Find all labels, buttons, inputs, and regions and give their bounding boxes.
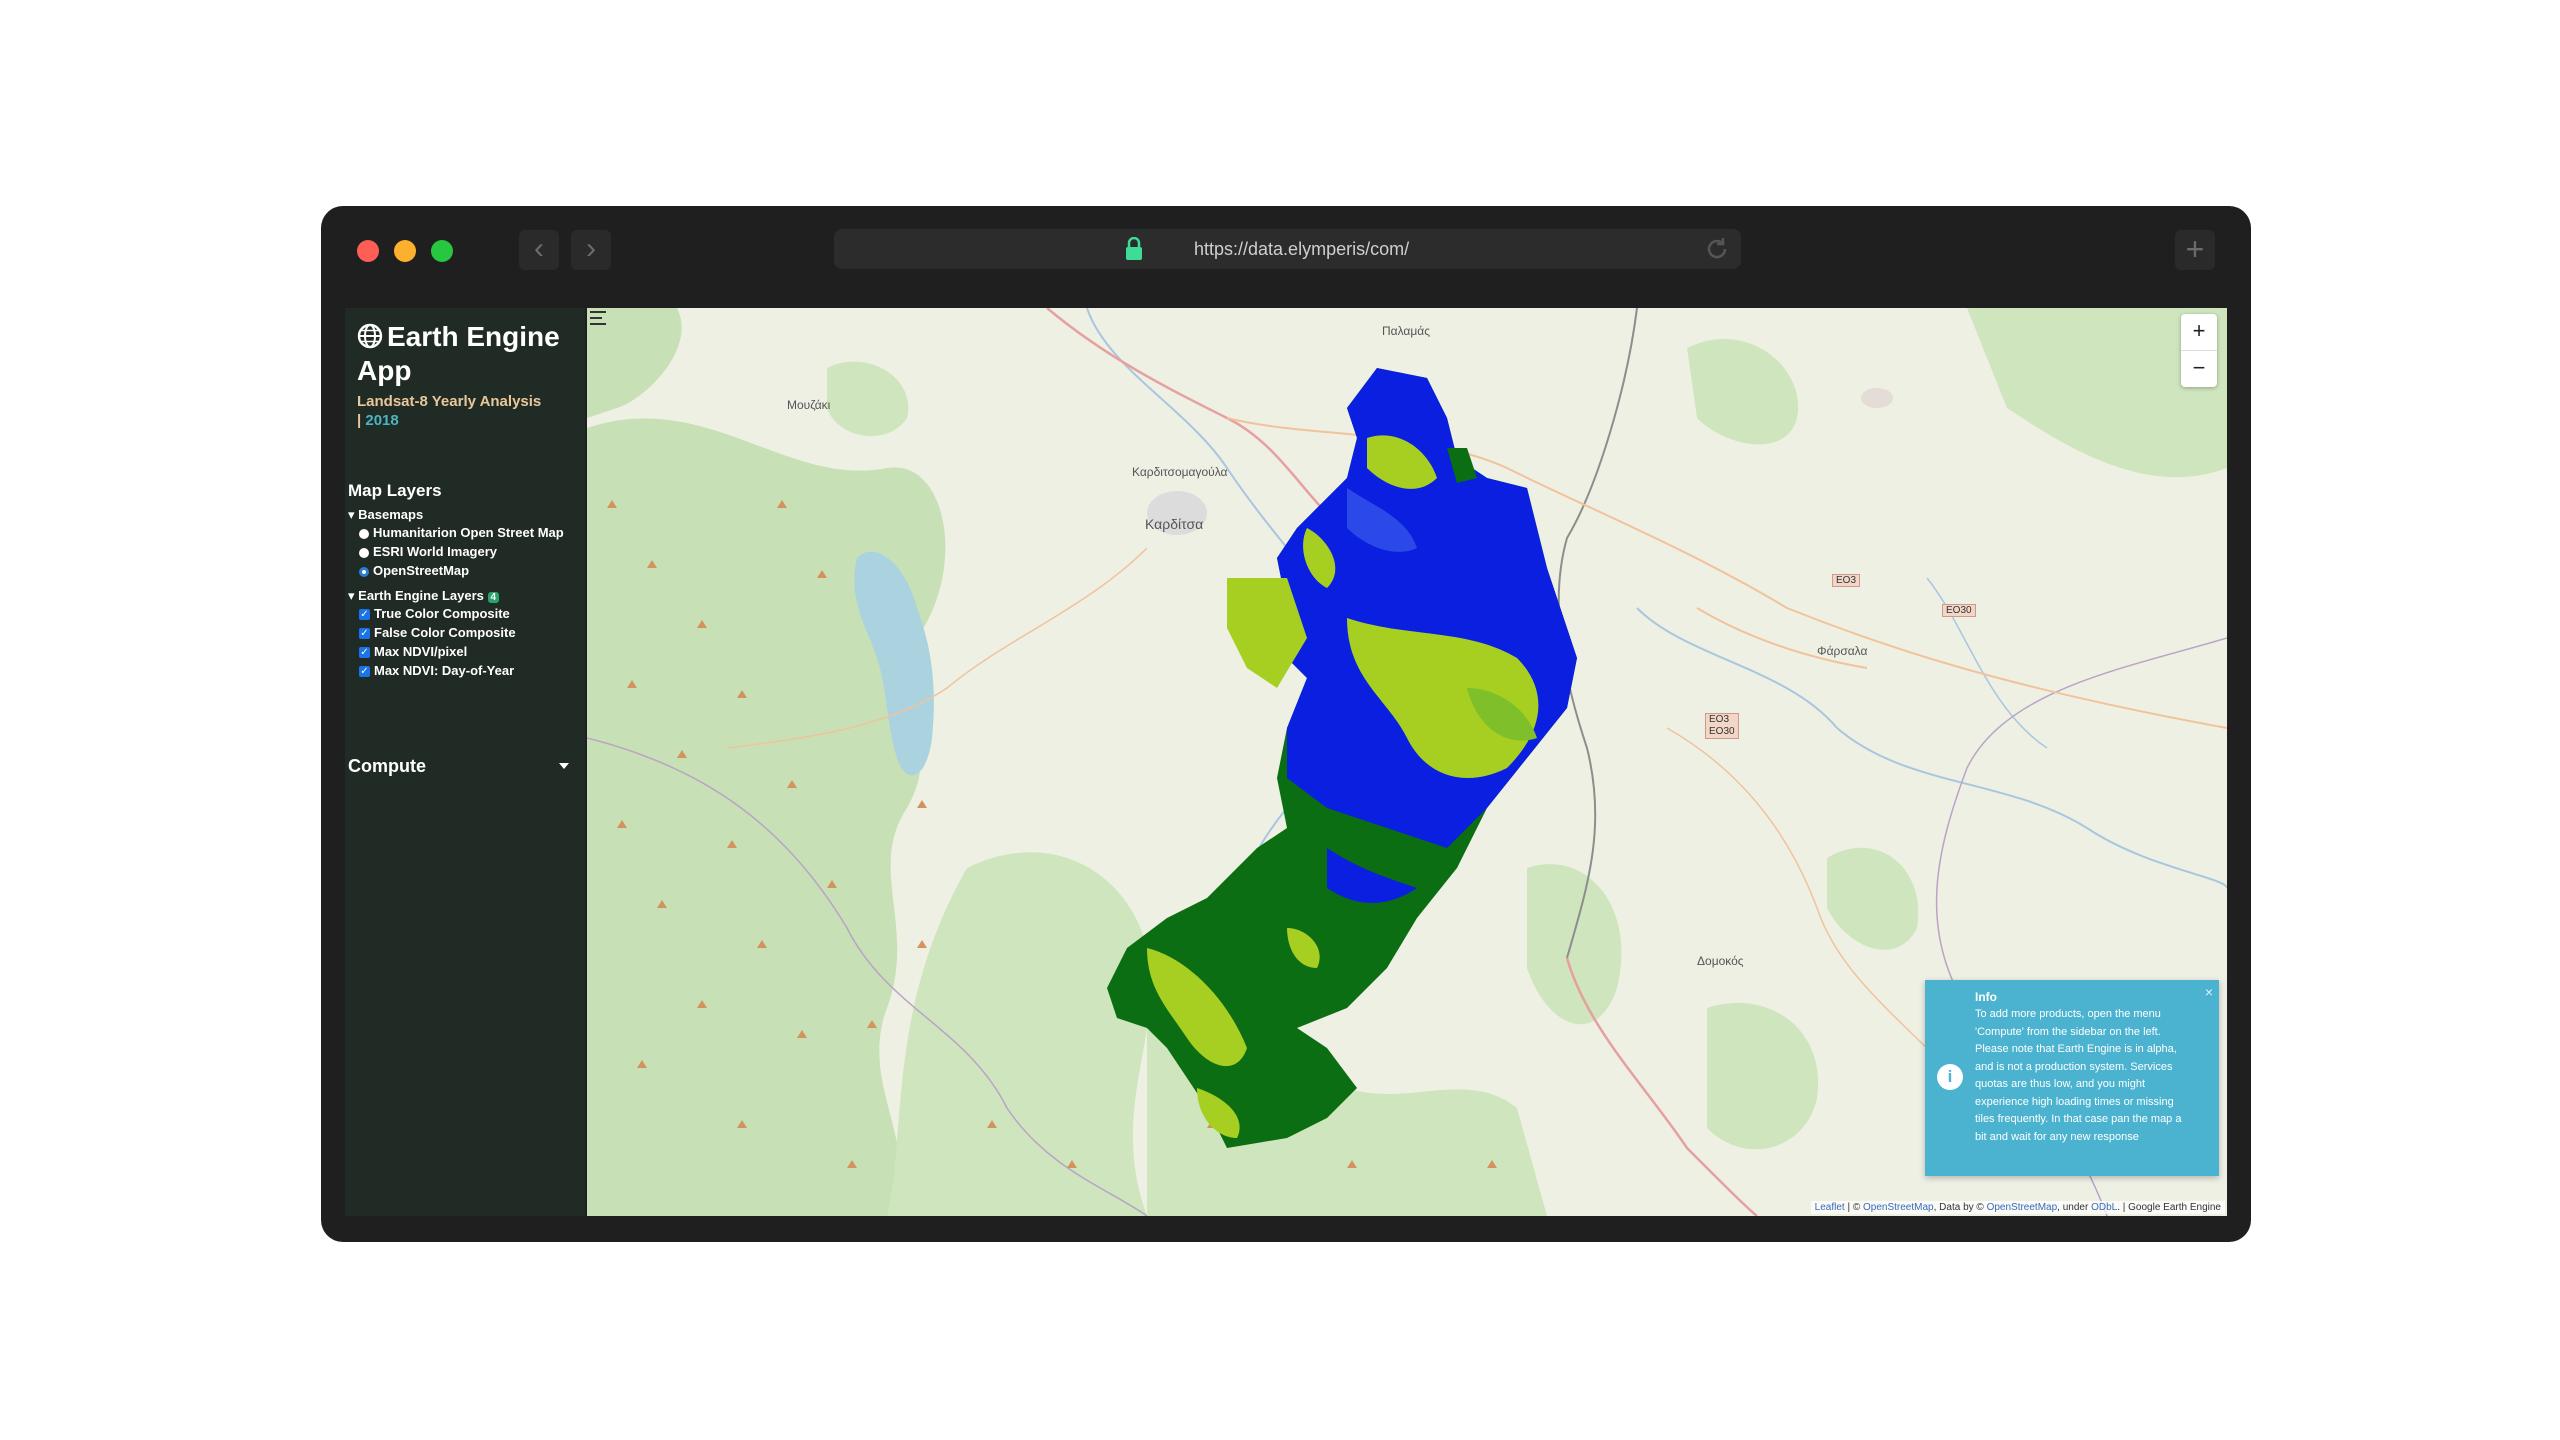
app-year: | 2018	[357, 412, 399, 429]
map-layers-title: Map Layers	[348, 481, 442, 500]
compute-label: Compute	[348, 756, 426, 776]
basemap-option-esri[interactable]: ESRI World Imagery	[359, 544, 497, 559]
radio-button[interactable]	[359, 528, 369, 539]
layer-option-max-ndvi[interactable]: ✓ Max NDVI/pixel	[359, 644, 467, 659]
basemap-option-osm[interactable]: OpenStreetMap	[359, 563, 469, 578]
place-label-mouzaki: Μουζάκι	[787, 398, 831, 412]
road-label-eo30: ΕΟ30	[1942, 604, 1976, 617]
osm-link[interactable]: OpenStreetMap	[1863, 1202, 1934, 1213]
zoom-in-button[interactable]: +	[2181, 314, 2217, 351]
map-attribution: Leaflet | © OpenStreetMap, Data by © Ope…	[1810, 1201, 2225, 1214]
back-button[interactable]: ‹	[519, 230, 559, 270]
caret-down-icon: ▾	[348, 588, 355, 603]
close-icon[interactable]: ×	[2205, 984, 2213, 1000]
sidebar: Earth Engine App Landsat-8 Yearly Analys…	[345, 308, 585, 1216]
basemap-option-hot[interactable]: Humanitarion Open Street Map	[359, 525, 564, 540]
place-label-karditsa: Καρδίτσα	[1145, 516, 1204, 532]
app-brand: Earth Engine App	[357, 320, 577, 388]
address-bar[interactable]: https://data.elymperis/com/	[834, 229, 1741, 269]
basemap-label: ESRI World Imagery	[373, 544, 498, 559]
basemap-label: Humanitarion Open Street Map	[373, 525, 564, 540]
year-value: 2018	[365, 412, 399, 429]
app-title: Earth Engine App	[357, 321, 560, 386]
radio-button-selected[interactable]	[359, 566, 369, 577]
layer-label: False Color Composite	[374, 625, 516, 640]
place-label-palamas: Παλαμάς	[1382, 324, 1430, 338]
caret-down-icon	[559, 763, 569, 769]
layer-label: True Color Composite	[374, 606, 510, 621]
caret-down-icon: ▾	[348, 507, 355, 522]
browser-titlebar: ‹ › https://data.elymperis/com/ +	[321, 206, 2251, 300]
zoom-out-button[interactable]: −	[2181, 351, 2217, 387]
road-label-eo3-eo30: ΕΟ3 ΕΟ30	[1705, 713, 1739, 739]
year-separator: |	[357, 412, 362, 429]
layer-option-true-color[interactable]: ✓ True Color Composite	[359, 606, 510, 621]
layer-label: Max NDVI/pixel	[374, 644, 468, 659]
ee-layers-title: Earth Engine Layers	[358, 588, 484, 603]
map-view[interactable]: + − Παλαμάς Καρδιτσομαγούλα Καρδίτσα Μου…	[587, 308, 2227, 1216]
layer-count-badge: 4	[487, 592, 500, 603]
info-notification: i Info To add more products, open the me…	[1925, 980, 2219, 1176]
checkbox[interactable]: ✓	[359, 609, 370, 621]
attribution-text: | ©	[1844, 1202, 1863, 1213]
layer-label: Max NDVI: Day-of-Year	[374, 663, 515, 678]
sidebar-toggle-icon[interactable]	[587, 308, 609, 328]
odbl-link[interactable]: ODbL	[2091, 1202, 2117, 1213]
browser-window: ‹ › https://data.elymperis/com/ + Earth …	[321, 206, 2251, 1242]
url-text: https://data.elymperis/com/	[1194, 239, 1410, 259]
info-message: To add more products, open the menu 'Com…	[1975, 1008, 2182, 1143]
maximize-window-button[interactable]	[431, 240, 453, 262]
layer-option-false-color[interactable]: ✓ False Color Composite	[359, 625, 516, 640]
basemaps-toggle[interactable]: ▾ Basemaps	[348, 507, 423, 523]
globe-icon	[357, 323, 383, 349]
attribution-text: , Data by ©	[1933, 1202, 1987, 1213]
reload-icon[interactable]	[1703, 235, 1731, 263]
chevron-right-icon: ›	[586, 232, 596, 265]
checkbox[interactable]: ✓	[359, 647, 370, 659]
road-label-eo3: ΕΟ3	[1832, 574, 1861, 587]
minimize-window-button[interactable]	[394, 240, 416, 262]
osm-data-link[interactable]: OpenStreetMap	[1987, 1202, 2058, 1213]
place-label-domokos: Δομοκός	[1697, 954, 1744, 968]
lock-icon	[1126, 237, 1142, 260]
attribution-text: , under	[2057, 1202, 2092, 1213]
new-tab-button[interactable]: +	[2175, 230, 2215, 270]
close-window-button[interactable]	[357, 240, 379, 262]
radio-button[interactable]	[359, 547, 369, 558]
chevron-left-icon: ‹	[534, 232, 544, 265]
place-label-farsala: Φάρσαλα	[1817, 644, 1868, 658]
checkbox[interactable]: ✓	[359, 628, 370, 640]
attribution-text: . | Google Earth Engine	[2117, 1202, 2221, 1213]
forward-button[interactable]: ›	[571, 230, 611, 270]
basemap-label: OpenStreetMap	[373, 563, 470, 578]
checkbox[interactable]: ✓	[359, 666, 370, 678]
basemaps-title: Basemaps	[358, 507, 424, 522]
leaflet-link[interactable]: Leaflet	[1815, 1202, 1845, 1213]
layer-option-ndvi-doy[interactable]: ✓ Max NDVI: Day-of-Year	[359, 663, 514, 678]
info-title: Info	[1975, 990, 1997, 1004]
app-subtitle: Landsat-8 Yearly Analysis	[357, 393, 542, 410]
info-icon: i	[1937, 1064, 1963, 1090]
place-label-karditsomagoula: Καρδιτσομαγούλα	[1132, 465, 1228, 479]
ee-layers-toggle[interactable]: ▾ Earth Engine Layers 4	[348, 588, 500, 604]
compute-menu[interactable]: Compute	[348, 756, 570, 777]
zoom-control: + −	[2181, 314, 2217, 387]
plus-icon: +	[2185, 231, 2205, 267]
